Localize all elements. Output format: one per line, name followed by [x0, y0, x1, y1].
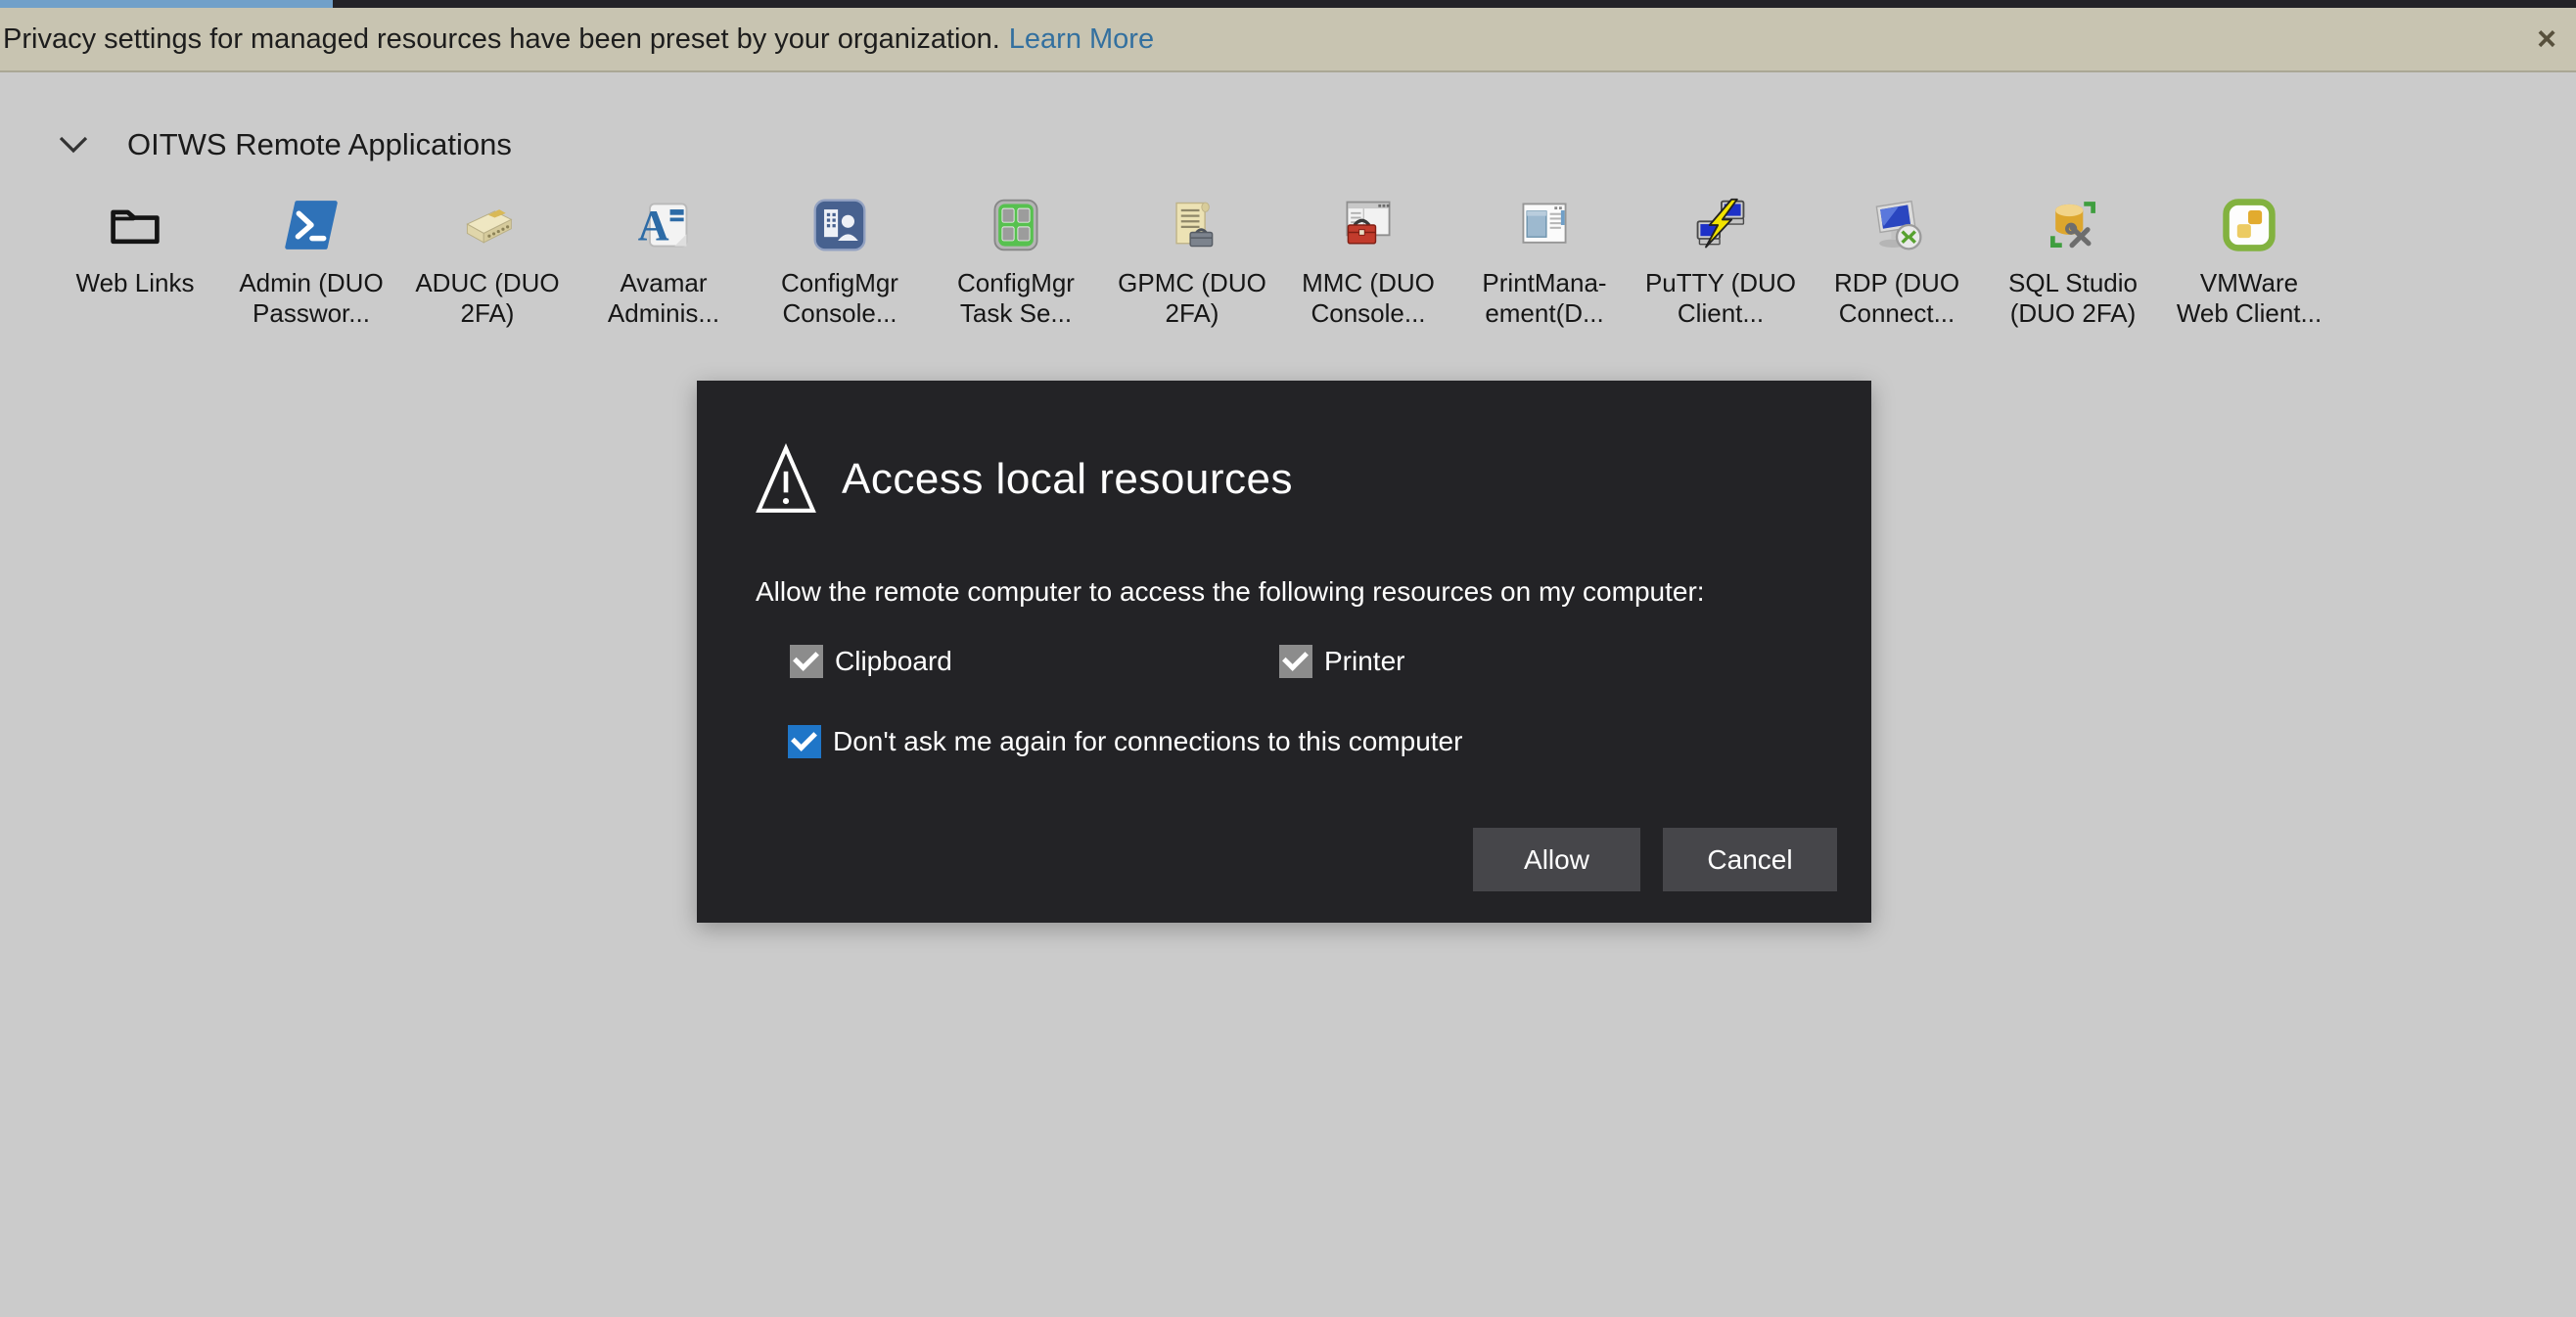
svg-text:A: A [638, 202, 669, 250]
app-icon [283, 192, 340, 258]
app-label: ConfigMgr Console... [781, 268, 898, 329]
clipboard-checkbox-label: Clipboard [835, 646, 952, 677]
section-header-oitws[interactable]: OITWS Remote Applications [59, 127, 512, 162]
app-label: SQL Studio (DUO 2FA) [2008, 268, 2138, 329]
app-tile-folder[interactable]: Web Links [47, 192, 223, 329]
dont-ask-again-checkbox[interactable]: Don't ask me again for connections to th… [788, 725, 1462, 758]
dont-ask-again-checkbox-label: Don't ask me again for connections to th… [833, 726, 1462, 757]
app-tile-mmc[interactable]: MMC (DUO Console... [1280, 192, 1456, 329]
privacy-banner: Privacy settings for managed resources h… [0, 8, 2576, 72]
configmgr-task-icon [987, 196, 1045, 254]
dialog-button-row: Allow Cancel [1473, 828, 1837, 891]
app-label: MMC (DUO Console... [1302, 268, 1435, 329]
printer-checkbox[interactable]: Printer [1279, 645, 1404, 678]
learn-more-link[interactable]: Learn More [1009, 23, 1154, 56]
app-icon [1163, 192, 1221, 258]
app-icon [1339, 192, 1398, 258]
page-load-progress [0, 0, 333, 8]
app-icon [1691, 192, 1750, 258]
app-icon [106, 192, 164, 258]
app-icon [1867, 192, 1926, 258]
app-label: Web Links [76, 268, 195, 298]
app-label: Admin (DUO Passwor... [239, 268, 383, 329]
dialog-body-text: Allow the remote computer to access the … [756, 576, 1705, 608]
app-label: GPMC (DUO 2FA) [1118, 268, 1266, 329]
sql-studio-icon [2044, 196, 2102, 254]
app-label: Avamar Adminis... [608, 268, 719, 329]
close-icon[interactable]: × [2527, 20, 2566, 59]
app-tile-rdp[interactable]: RDP (DUO Connect... [1809, 192, 1985, 329]
app-tile-avamar[interactable]: A Avamar Adminis... [575, 192, 752, 329]
app-tile-aduc[interactable]: ADUC (DUO 2FA) [399, 192, 575, 329]
powershell-icon [283, 197, 340, 253]
app-tile-printmanagement[interactable]: PrintMana- ement(D... [1456, 192, 1633, 329]
app-icon: A [634, 192, 693, 258]
chevron-down-icon [59, 136, 88, 154]
app-tile-putty[interactable]: PuTTY (DUO Client... [1633, 192, 1809, 329]
app-tile-configmgr-task[interactable]: ConfigMgr Task Se... [928, 192, 1104, 329]
dialog-title-row: Access local resources [754, 443, 1293, 516]
app-icon [2044, 192, 2102, 258]
aduc-icon [458, 196, 517, 254]
app-label: PrintMana- ement(D... [1482, 268, 1606, 329]
allow-button[interactable]: Allow [1473, 828, 1640, 891]
printer-checkbox-box[interactable] [1279, 645, 1312, 678]
app-icon [987, 192, 1045, 258]
access-local-resources-dialog: Access local resources Allow the remote … [697, 381, 1871, 923]
app-tile-powershell[interactable]: Admin (DUO Passwor... [223, 192, 399, 329]
section-title: OITWS Remote Applications [127, 127, 512, 162]
app-tile-gpmc[interactable]: GPMC (DUO 2FA) [1104, 192, 1280, 329]
app-label: RDP (DUO Connect... [1834, 268, 1959, 329]
app-icon [458, 192, 517, 258]
app-grid: Web Links Admin (DUO Passwor... ADUC (DU… [47, 192, 2337, 329]
warning-triangle-icon [754, 443, 818, 516]
clipboard-checkbox[interactable]: Clipboard [790, 645, 952, 678]
dialog-title: Access local resources [842, 455, 1293, 504]
app-label: ConfigMgr Task Se... [957, 268, 1075, 329]
page-load-bar [0, 0, 2576, 8]
vmware-icon [2220, 196, 2278, 254]
printmanagement-icon [1515, 196, 1574, 254]
app-tile-sql-studio[interactable]: SQL Studio (DUO 2FA) [1985, 192, 2161, 329]
cancel-button[interactable]: Cancel [1663, 828, 1837, 891]
app-label: PuTTY (DUO Client... [1645, 268, 1796, 329]
folder-icon [106, 198, 164, 252]
app-label: VMWare Web Client... [2177, 268, 2322, 329]
rdp-icon [1867, 196, 1926, 254]
configmgr-console-icon [810, 196, 869, 254]
putty-icon [1691, 196, 1750, 254]
privacy-banner-text: Privacy settings for managed resources h… [0, 23, 1000, 56]
app-icon [810, 192, 869, 258]
mmc-icon [1339, 196, 1398, 254]
clipboard-checkbox-box[interactable] [790, 645, 823, 678]
app-tile-configmgr-console[interactable]: ConfigMgr Console... [752, 192, 928, 329]
gpmc-icon [1163, 196, 1221, 254]
app-icon [1515, 192, 1574, 258]
avamar-icon: A [634, 196, 693, 254]
printer-checkbox-label: Printer [1324, 646, 1404, 677]
dont-ask-again-checkbox-box[interactable] [788, 725, 821, 758]
app-tile-vmware[interactable]: VMWare Web Client... [2161, 192, 2337, 329]
app-icon [2220, 192, 2278, 258]
app-label: ADUC (DUO 2FA) [415, 268, 559, 329]
